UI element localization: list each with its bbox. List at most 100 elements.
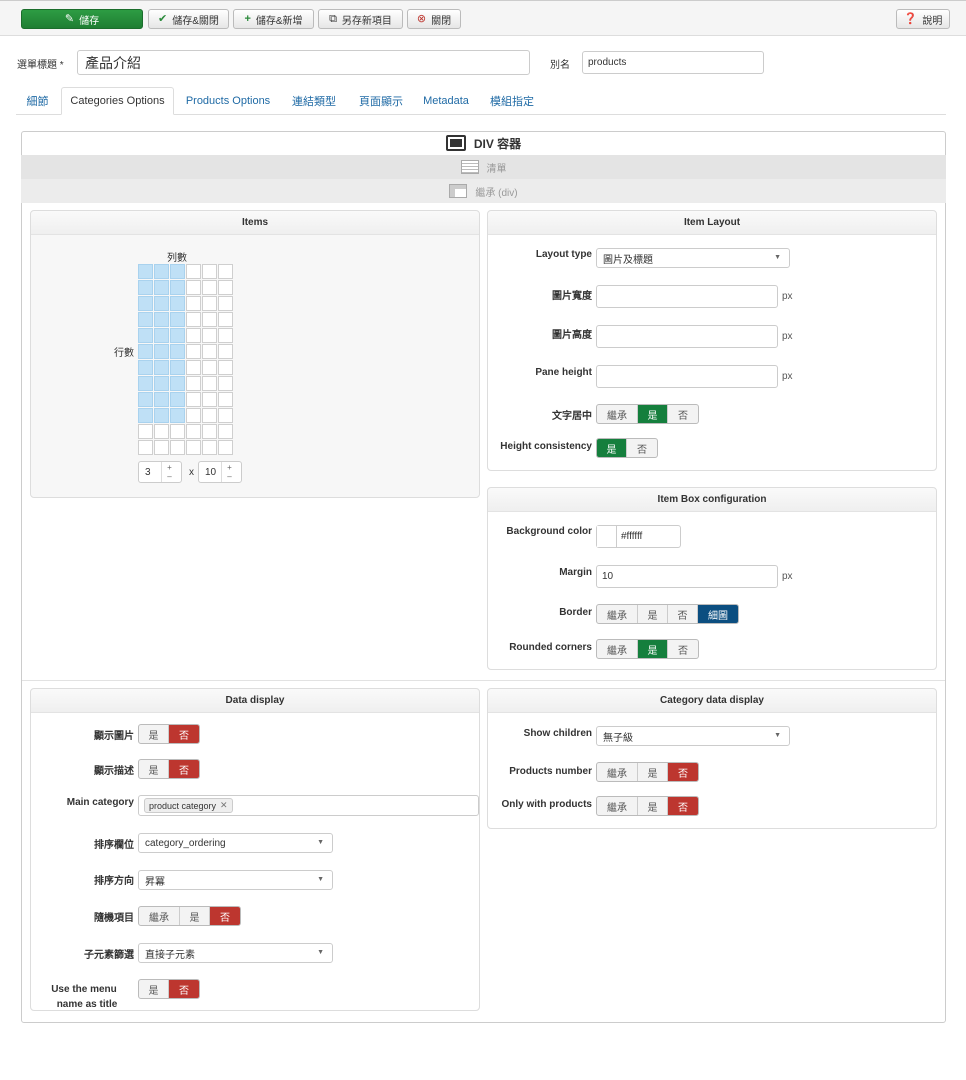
margin-input[interactable]: 10	[596, 565, 778, 588]
bg-color-input[interactable]: #ffffff	[596, 525, 681, 548]
grid-cell[interactable]	[138, 360, 153, 375]
grid-cell[interactable]	[186, 408, 201, 423]
grid-cell[interactable]	[202, 376, 217, 391]
grid-cell[interactable]	[170, 376, 185, 391]
option-no[interactable]: 否	[668, 605, 698, 623]
grid-cell[interactable]	[154, 264, 169, 279]
option-yes[interactable]: 是	[180, 907, 210, 925]
grid-cell[interactable]	[138, 280, 153, 295]
grid-cell[interactable]	[186, 312, 201, 327]
grid-cell[interactable]	[154, 440, 169, 455]
show-children-select[interactable]: 無子級 ▼	[596, 726, 790, 746]
div-container-bar[interactable]: DIV 容器	[21, 131, 946, 155]
option-yes[interactable]: 是	[638, 640, 668, 658]
grid-cell[interactable]	[138, 264, 153, 279]
option-yes[interactable]: 是	[638, 797, 668, 815]
image-height-input[interactable]	[596, 325, 778, 348]
alias-input[interactable]: products	[582, 51, 764, 74]
border-toggle[interactable]: 繼承 是 否 細圖	[596, 604, 739, 624]
grid-cell[interactable]	[138, 312, 153, 327]
grid-cell[interactable]	[138, 344, 153, 359]
random-items-toggle[interactable]: 繼承 是 否	[138, 906, 241, 926]
grid-cell[interactable]	[170, 360, 185, 375]
grid-cell[interactable]	[170, 280, 185, 295]
grid-cell[interactable]	[170, 328, 185, 343]
increment-icon[interactable]: +	[227, 463, 232, 472]
grid-cell[interactable]	[218, 328, 233, 343]
grid-cell[interactable]	[170, 312, 185, 327]
rounded-corners-toggle[interactable]: 繼承 是 否	[596, 639, 699, 659]
rows-stepper[interactable]: 10 + –	[198, 461, 242, 483]
grid-cell[interactable]	[138, 392, 153, 407]
option-no[interactable]: 否	[668, 405, 698, 423]
grid-cell[interactable]	[218, 424, 233, 439]
grid-cell[interactable]	[186, 280, 201, 295]
option-no[interactable]: 否	[169, 760, 199, 778]
tab-metadata[interactable]: Metadata	[414, 87, 478, 115]
color-swatch[interactable]	[597, 526, 617, 547]
option-no[interactable]: 否	[668, 763, 698, 781]
inherit-div-bar[interactable]: 繼承 (div)	[21, 179, 946, 203]
grid-cell[interactable]	[154, 360, 169, 375]
save-close-button[interactable]: ✔ 儲存&關閉	[148, 9, 229, 29]
image-width-input[interactable]	[596, 285, 778, 308]
grid-cell[interactable]	[186, 264, 201, 279]
option-no[interactable]: 否	[668, 797, 698, 815]
grid-cell[interactable]	[202, 328, 217, 343]
grid-cell[interactable]	[170, 440, 185, 455]
grid-cell[interactable]	[138, 424, 153, 439]
only-with-products-toggle[interactable]: 繼承 是 否	[596, 796, 699, 816]
tab-page-display[interactable]: 頁面顯示	[349, 87, 413, 115]
option-inherit[interactable]: 繼承	[597, 797, 638, 815]
tab-link-type[interactable]: 連結類型	[281, 87, 347, 115]
grid-cell[interactable]	[218, 408, 233, 423]
grid-cell[interactable]	[170, 408, 185, 423]
option-inherit[interactable]: 繼承	[139, 907, 180, 925]
grid-cell[interactable]	[186, 328, 201, 343]
save-button[interactable]: ✎ 儲存	[21, 9, 143, 29]
tab-module-assignment[interactable]: 模組指定	[480, 87, 544, 115]
grid-cell[interactable]	[218, 296, 233, 311]
grid-cell[interactable]	[154, 408, 169, 423]
order-direction-select[interactable]: 昇冪 ▼	[138, 870, 333, 890]
grid-cell[interactable]	[154, 376, 169, 391]
option-no[interactable]: 否	[668, 640, 698, 658]
grid-cell[interactable]	[138, 328, 153, 343]
option-yes[interactable]: 是	[597, 439, 627, 457]
grid-cell[interactable]	[170, 392, 185, 407]
title-input[interactable]: 產品介紹	[77, 50, 530, 75]
decrement-icon[interactable]: –	[167, 472, 171, 481]
category-tag[interactable]: product category ✕	[144, 798, 233, 813]
grid-cell[interactable]	[186, 360, 201, 375]
grid-cell[interactable]	[154, 280, 169, 295]
grid-cell[interactable]	[186, 376, 201, 391]
pane-height-input[interactable]	[596, 365, 778, 388]
layout-type-select[interactable]: 圖片及標題 ▼	[596, 248, 790, 268]
products-number-toggle[interactable]: 繼承 是 否	[596, 762, 699, 782]
grid-cell[interactable]	[186, 392, 201, 407]
grid-cell[interactable]	[154, 328, 169, 343]
grid-cell[interactable]	[202, 296, 217, 311]
option-inherit[interactable]: 繼承	[597, 605, 638, 623]
order-field-select[interactable]: category_ordering ▼	[138, 833, 333, 853]
show-description-toggle[interactable]: 是 否	[138, 759, 200, 779]
grid-cell[interactable]	[202, 360, 217, 375]
option-inherit[interactable]: 繼承	[597, 640, 638, 658]
grid-cell[interactable]	[218, 360, 233, 375]
option-no[interactable]: 否	[169, 980, 199, 998]
grid-selector[interactable]	[138, 264, 233, 455]
grid-cell[interactable]	[170, 264, 185, 279]
option-inherit[interactable]: 繼承	[597, 405, 638, 423]
menu-name-title-toggle[interactable]: 是 否	[138, 979, 200, 999]
grid-cell[interactable]	[154, 296, 169, 311]
text-center-toggle[interactable]: 繼承 是 否	[596, 404, 699, 424]
child-filter-select[interactable]: 直接子元素 ▼	[138, 943, 333, 963]
option-no[interactable]: 否	[627, 439, 657, 457]
grid-cell[interactable]	[186, 344, 201, 359]
grid-cell[interactable]	[138, 376, 153, 391]
height-consistency-toggle[interactable]: 是 否	[596, 438, 658, 458]
grid-cell[interactable]	[218, 392, 233, 407]
tab-products-options[interactable]: Products Options	[176, 87, 280, 115]
grid-cell[interactable]	[186, 296, 201, 311]
grid-cell[interactable]	[202, 408, 217, 423]
